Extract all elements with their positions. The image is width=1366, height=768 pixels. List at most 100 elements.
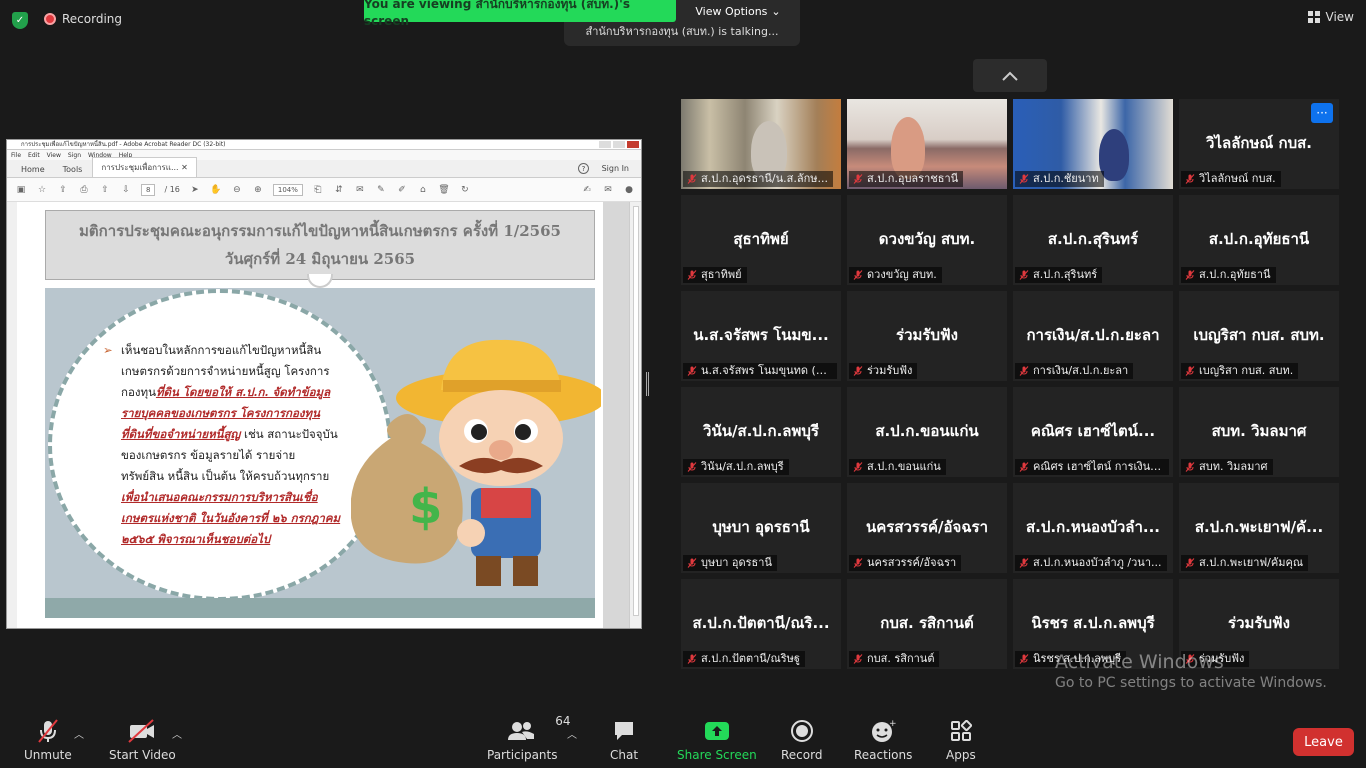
participant-tile[interactable]: ส.ป.ก.อุทัยธานี ส.ป.ก.อุทัยธานี — [1179, 195, 1339, 285]
participants-button[interactable]: 64 Participants — [487, 714, 571, 762]
account-icon[interactable]: ● — [623, 185, 635, 195]
participant-display-name: ร่วมรับฟัง — [896, 326, 958, 344]
zoom-meeting-window: ✓ Recording สำนักบริหารกองทุน (สบท.) is … — [0, 0, 1366, 768]
participant-name-label: นครสวรรค์/อัจฉรา — [849, 555, 962, 571]
page-fit-icon[interactable]: ⎗ — [312, 185, 324, 195]
participant-tile[interactable]: ส.ป.ก.สุรินทร์ ส.ป.ก.สุรินทร์ — [1013, 195, 1173, 285]
upload-icon[interactable]: ⇪ — [57, 185, 69, 195]
participant-tile[interactable]: สุธาทิพย์ สุธาทิพย์ — [681, 195, 841, 285]
slide-title: มติการประชุมคณะอนุกรรมการแก้ไขปัญหาหนี้ส… — [45, 210, 595, 280]
viewing-banner-text: You are viewing สำนักบริหารกองทุน (สบท.)… — [364, 0, 630, 28]
participant-tile[interactable]: วินัน/ส.ป.ก.ลพบุรี วินัน/ส.ป.ก.ลพบุรี — [681, 387, 841, 477]
shared-screen[interactable]: การประชุมเพื่อแก้ไขปัญหาหนี้สิน.pdf - Ad… — [6, 139, 642, 629]
minimize-icon[interactable] — [599, 141, 611, 148]
acrobat-document-area[interactable]: มติการประชุมคณะอนุกรรมการแก้ไขปัญหาหนี้ส… — [7, 202, 641, 628]
menu-sign[interactable]: Sign — [68, 152, 81, 159]
participant-tile[interactable]: คณิศร เฮาซ์ไตน์... คณิศร เฮาซ์ไตน์ การเงิ… — [1013, 387, 1173, 477]
pen-icon[interactable]: ✎ — [375, 185, 387, 195]
page-number-field[interactable]: 8 — [141, 183, 156, 196]
leave-button[interactable]: Leave — [1293, 728, 1354, 756]
audio-options-caret-icon[interactable]: ︿ — [74, 726, 84, 741]
security-shield-icon[interactable]: ✓ — [12, 12, 28, 29]
participant-tile[interactable]: ส.ป.ก.อุดรธานี/น.ส.ลักษ... — [681, 99, 841, 189]
record-button[interactable]: Record — [781, 718, 822, 762]
participant-tile[interactable]: ส.ป.ก.หนองบัวลำ... ส.ป.ก.หนองบัวลำภู /วนา… — [1013, 483, 1173, 573]
video-options-caret-icon[interactable]: ︿ — [172, 726, 182, 741]
share-screen-icon — [704, 718, 730, 744]
participant-tile[interactable]: สบท. วิมลมาศ สบท. วิมลมาศ — [1179, 387, 1339, 477]
tab-tools[interactable]: Tools — [55, 162, 91, 177]
participant-tile[interactable]: เบญริสา กบส. สบท. เบญริสา กบส. สบท. — [1179, 291, 1339, 381]
hand-tool-icon[interactable]: ✋ — [210, 185, 222, 195]
participant-display-name: คณิศร เฮาซ์ไตน์... — [1030, 422, 1156, 440]
start-video-button[interactable]: Start Video — [109, 718, 176, 762]
delete-icon[interactable]: 🗑 — [438, 185, 450, 195]
chat-button[interactable]: Chat — [610, 718, 638, 762]
sign-in-link[interactable]: Sign In — [602, 164, 629, 173]
page-up-icon[interactable]: ⇧ — [99, 185, 111, 195]
vertical-scrollbar[interactable] — [629, 202, 641, 628]
comment-icon[interactable]: ✉ — [354, 185, 366, 195]
participant-tile[interactable]: วิไลลักษณ์ กบส. วิไลลักษณ์ กบส. ··· — [1179, 99, 1339, 189]
menu-view[interactable]: View — [47, 152, 61, 159]
fill-sign-icon[interactable]: ✍ — [581, 185, 593, 195]
participant-tile[interactable]: ร่วมรับฟัง ร่วมรับฟัง — [847, 291, 1007, 381]
view-layout-button[interactable]: View — [1307, 10, 1354, 24]
splitter-handle[interactable] — [646, 372, 649, 396]
participant-tile[interactable]: การเงิน/ส.ป.ก.ยะลา การเงิน/ส.ป.ก.ยะลา — [1013, 291, 1173, 381]
zoom-in-icon[interactable]: ⊕ — [252, 185, 264, 195]
participant-tile[interactable]: ดวงขวัญ สบท. ดวงขวัญ สบท. — [847, 195, 1007, 285]
more-options-icon[interactable]: ··· — [1311, 103, 1333, 123]
select-cursor-icon[interactable]: ➤ — [189, 185, 201, 195]
smiley-icon: + — [870, 718, 896, 744]
save-icon[interactable]: ▣ — [15, 185, 27, 195]
participant-name-label: ส.ป.ก.สุรินทร์ — [1015, 267, 1103, 283]
participant-name-label: ดวงขวัญ สบท. — [849, 267, 942, 283]
participant-name-label: วิไลลักษณ์ กบส. — [1181, 171, 1281, 187]
stamp-icon[interactable]: ⌂ — [417, 185, 429, 195]
participants-icon: 64 — [507, 714, 571, 744]
zoom-level-field[interactable]: 104% — [272, 183, 303, 196]
tab-home[interactable]: Home — [13, 162, 53, 177]
participant-tile[interactable]: น.ส.จรัสพร โนมข... น.ส.จรัสพร โนมขุนทด (ส… — [681, 291, 841, 381]
left-panel-toggle[interactable] — [7, 202, 17, 628]
maximize-icon[interactable] — [613, 141, 625, 148]
email-icon[interactable]: ✉ — [602, 185, 614, 195]
help-icon[interactable]: ? — [578, 163, 589, 174]
page-down-icon[interactable]: ⇩ — [120, 185, 132, 195]
participants-options-caret-icon[interactable]: ︿ — [567, 726, 577, 741]
menu-file[interactable]: File — [11, 152, 21, 159]
view-options-button[interactable]: View Options ⌄ — [676, 0, 800, 22]
participant-label-text: ร่วมรับฟัง — [867, 364, 913, 377]
bookmark-star-icon[interactable]: ☆ — [36, 185, 48, 195]
reactions-button[interactable]: + Reactions — [854, 718, 912, 762]
participant-tile[interactable]: ส.ป.ก.ชัยนาท — [1013, 99, 1173, 189]
scroll-mode-icon[interactable]: ⇵ — [333, 185, 345, 195]
window-controls — [599, 141, 639, 148]
menu-edit[interactable]: Edit — [28, 152, 40, 159]
slide-title-line2: วันศุกร์ที่ 24 มิถุนายน 2565 — [224, 250, 416, 268]
highlight-icon[interactable]: ✐ — [396, 185, 408, 195]
participant-tile[interactable]: ส.ป.ก.ปัตตานี/ณริ... ส.ป.ก.ปัตตานี/ณริษฐู — [681, 579, 841, 669]
unmute-button[interactable]: Unmute — [24, 718, 72, 762]
svg-text:$: $ — [409, 479, 442, 535]
close-icon[interactable] — [627, 141, 639, 148]
participant-tile[interactable]: ส.ป.ก.ขอนแก่น ส.ป.ก.ขอนแก่น — [847, 387, 1007, 477]
participant-display-name: นครสวรรค์/อัจฉรา — [865, 518, 989, 536]
participant-tile[interactable]: กบส. รสิกานต์ กบส. รสิกานต์ — [847, 579, 1007, 669]
zoom-out-icon[interactable]: ⊖ — [231, 185, 243, 195]
apps-button[interactable]: Apps — [946, 718, 976, 762]
scrollbar-thumb[interactable] — [633, 206, 639, 616]
participant-tile[interactable]: ส.ป.ก.อุบลราชธานี — [847, 99, 1007, 189]
participant-tile[interactable]: ส.ป.ก.พะเยาฟ/คั... ส.ป.ก.พะเยาฟ/คัมคุณ — [1179, 483, 1339, 573]
rotate-icon[interactable]: ↻ — [459, 185, 471, 195]
acrobat-window-title: การประชุมเพื่อแก้ไขปัญหาหนี้สิน.pdf - Ad… — [21, 141, 226, 148]
share-screen-button[interactable]: Share Screen — [677, 718, 757, 762]
gallery-page-up-button[interactable] — [973, 59, 1047, 92]
recording-indicator[interactable]: Recording — [44, 12, 122, 26]
tab-document[interactable]: การประชุมเพื่อการแ... ✕ — [92, 157, 197, 177]
participant-tile[interactable]: บุษบา อุดรธานี บุษบา อุดรธานี — [681, 483, 841, 573]
participant-name-label: สบท. วิมลมาศ — [1181, 459, 1273, 475]
participant-tile[interactable]: นครสวรรค์/อัจฉรา นครสวรรค์/อัจฉรา — [847, 483, 1007, 573]
print-icon[interactable]: ⎙ — [78, 185, 90, 195]
